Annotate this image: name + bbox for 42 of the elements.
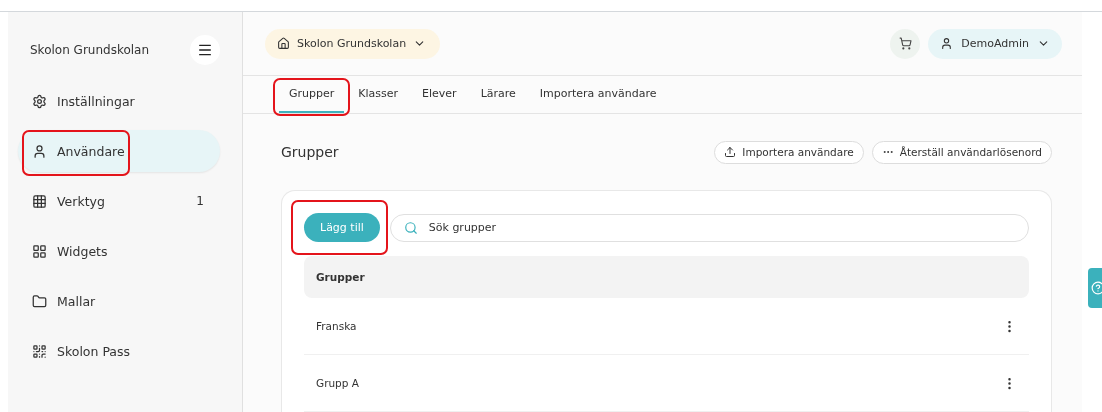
tab[interactable]: Lärare bbox=[470, 76, 526, 113]
sidebar-item[interactable]: Verktyg 1 bbox=[18, 180, 220, 222]
tab[interactable]: Elever bbox=[412, 76, 467, 113]
gear-icon bbox=[32, 93, 47, 109]
home-icon bbox=[277, 37, 290, 51]
search-field[interactable]: Sök grupper bbox=[389, 213, 1029, 242]
column-header: Grupper bbox=[316, 271, 365, 283]
action-button[interactable]: Återställ användarlösenord bbox=[871, 140, 1052, 164]
folder-icon bbox=[32, 293, 47, 309]
user-menu[interactable]: DemoAdmin bbox=[928, 28, 1062, 59]
cart-icon bbox=[898, 37, 912, 51]
menu-button[interactable] bbox=[190, 35, 220, 65]
sidebar-item-label: Inställningar bbox=[57, 93, 136, 109]
grid-icon bbox=[32, 193, 47, 209]
cart-button[interactable] bbox=[890, 28, 921, 59]
sidebar-item[interactable]: Skolon Pass bbox=[18, 330, 220, 372]
user-icon bbox=[940, 37, 954, 51]
sidebar-item-label: Mallar bbox=[57, 293, 97, 309]
search-icon bbox=[403, 220, 418, 235]
sidebar-item[interactable]: Widgets bbox=[18, 230, 220, 272]
sidebar-item-label: Verktyg bbox=[57, 193, 106, 209]
item-count: 1 bbox=[196, 194, 204, 208]
user-icon bbox=[32, 143, 47, 159]
tab[interactable]: Importera användare bbox=[529, 76, 667, 113]
upload-icon bbox=[724, 146, 737, 158]
tab[interactable]: Klasser bbox=[348, 76, 409, 113]
help-icon bbox=[1091, 281, 1102, 295]
menu-icon bbox=[197, 42, 213, 58]
section-title: Grupper bbox=[281, 144, 340, 160]
sidebar-item-label: Skolon Pass bbox=[57, 343, 132, 359]
widgets-icon bbox=[32, 243, 47, 259]
school-name: Skolon Grundskolan bbox=[30, 43, 150, 57]
sidebar-item[interactable]: Mallar bbox=[18, 280, 220, 322]
school-selector[interactable]: Skolon Grundskolan bbox=[265, 28, 441, 59]
sidebar-item[interactable]: Inställningar bbox=[18, 80, 220, 122]
tab[interactable]: Grupper bbox=[279, 76, 345, 113]
table-cell-text: Franska bbox=[316, 320, 358, 332]
sidebar-item-label: Widgets bbox=[57, 243, 109, 259]
qr-code-icon bbox=[32, 343, 47, 359]
action-button[interactable]: Importera användare bbox=[714, 140, 864, 164]
sidebar-item-label: Användare bbox=[57, 143, 126, 159]
table-cell-text: Grupp A bbox=[316, 377, 360, 389]
